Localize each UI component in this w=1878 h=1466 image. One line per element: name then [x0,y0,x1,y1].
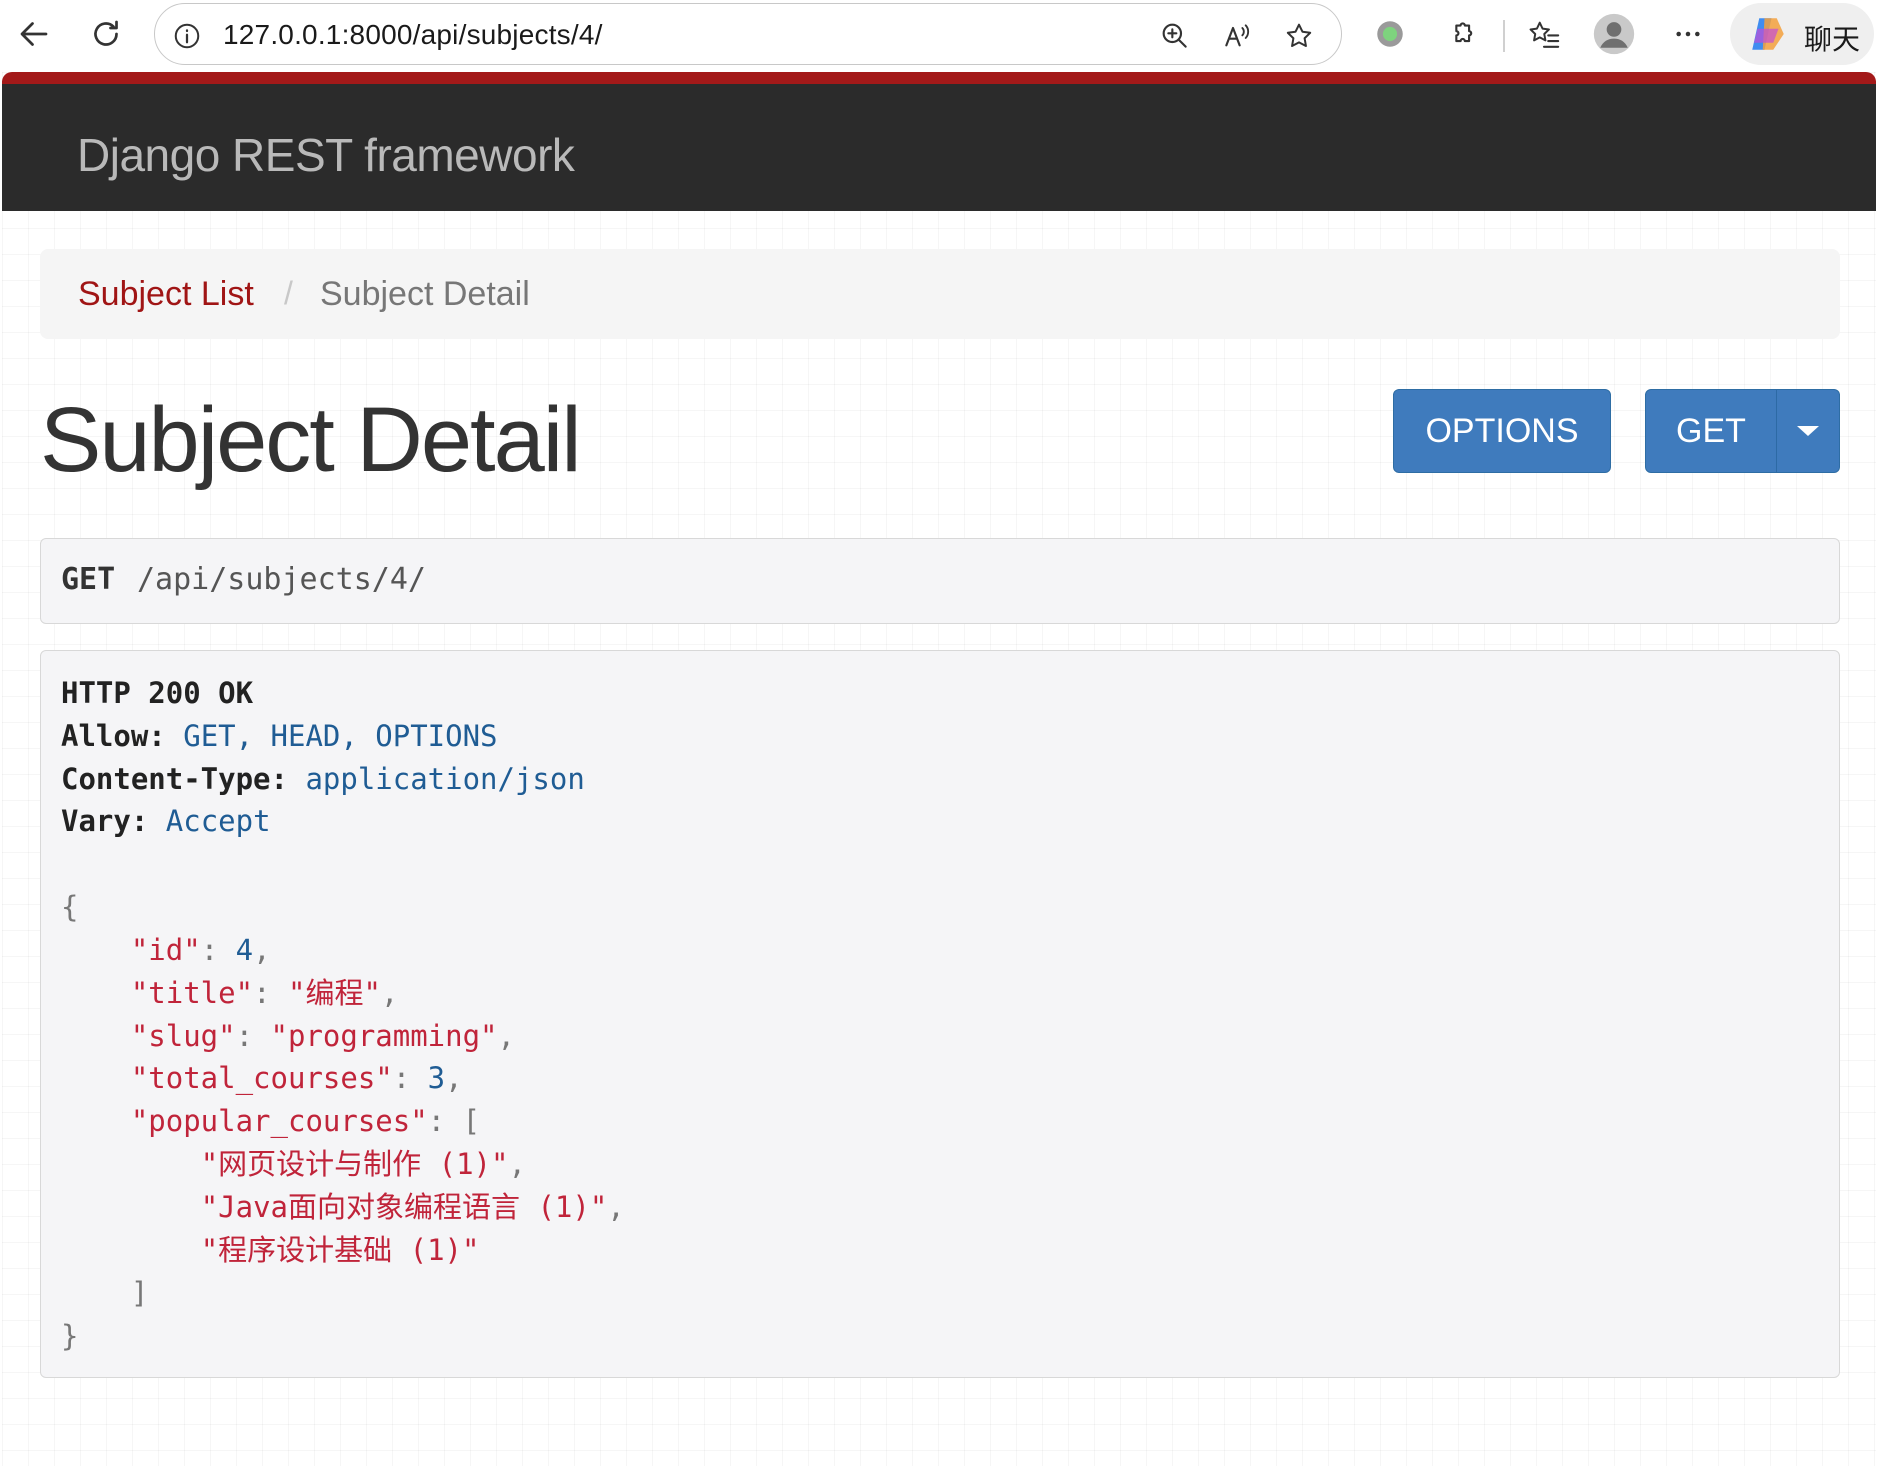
page-content: Django REST framework Subject List / Sub… [2,72,1876,1466]
header-value: application/json [305,762,585,796]
request-path: /api/subjects/4/ [137,562,426,597]
json-array-item: "Java面向对象编程语言 (1)" [200,1190,608,1224]
caret-down-icon [1797,426,1819,436]
url-text[interactable]: 127.0.0.1:8000/api/subjects/4/ [223,19,603,51]
refresh-icon[interactable] [84,12,128,56]
json-key: "total_courses" [130,1061,393,1095]
navbar: Django REST framework [2,72,1876,211]
response-info: HTTP 200 OK Allow: GET, HEAD, OPTIONS Co… [40,650,1840,1378]
header-value: Accept [165,804,271,838]
json-key: "popular_courses" [130,1104,428,1138]
json-array-item: "程序设计基础 (1)" [200,1233,480,1267]
json-value: "programming" [270,1019,498,1053]
json-value: 3 [427,1061,446,1095]
options-button[interactable]: OPTIONS [1393,389,1611,473]
browser-toolbar: 127.0.0.1:8000/api/subjects/4/ 聊天 [0,0,1878,72]
breadcrumb-active: Subject Detail [320,275,530,313]
site-info-icon[interactable] [167,16,207,56]
extensions-puzzle-icon[interactable] [1440,12,1484,56]
header-name: Vary: [61,804,149,838]
json-key: "title" [130,976,254,1010]
json-close-brace: } [61,1319,79,1353]
header-name: Content-Type: [61,762,288,796]
get-format-dropdown-button[interactable] [1776,389,1840,473]
copilot-chat-button[interactable]: 聊天 [1730,3,1874,65]
json-value: "编程" [287,976,381,1010]
request-info: GET /api/subjects/4/ [40,538,1840,624]
json-array-item: "网页设计与制作 (1)" [200,1147,509,1181]
json-key: "slug" [130,1019,236,1053]
json-key: "id" [130,933,201,967]
zoom-icon[interactable] [1155,16,1195,56]
address-bar[interactable]: 127.0.0.1:8000/api/subjects/4/ [154,3,1342,65]
get-button[interactable]: GET [1645,389,1777,473]
toolbar-divider [1503,20,1505,52]
breadcrumb-separator: / [284,275,293,311]
copilot-label: 聊天 [1804,23,1861,56]
back-arrow-icon[interactable] [12,12,56,56]
header-name: Allow: [61,719,166,753]
json-close-bracket: ] [61,1276,149,1310]
more-options-icon[interactable] [1666,12,1710,56]
profile-avatar-icon[interactable] [1592,12,1636,56]
response-status: HTTP 200 OK [61,676,254,710]
json-value: 4 [235,933,254,967]
page-title: Subject Detail [40,389,582,491]
breadcrumb-subject-list-link[interactable]: Subject List [78,275,254,314]
request-method: GET [61,562,116,597]
copilot-icon [1746,13,1790,60]
extension-status-icon[interactable] [1368,12,1412,56]
header-value: GET, HEAD, OPTIONS [183,719,498,753]
read-aloud-icon[interactable] [1217,16,1257,56]
json-open-brace: { [61,890,79,924]
favorite-star-icon[interactable] [1279,16,1319,56]
favorites-icon[interactable] [1522,12,1566,56]
breadcrumb: Subject List / Subject Detail [40,249,1840,339]
brand-link[interactable]: Django REST framework [77,128,575,182]
